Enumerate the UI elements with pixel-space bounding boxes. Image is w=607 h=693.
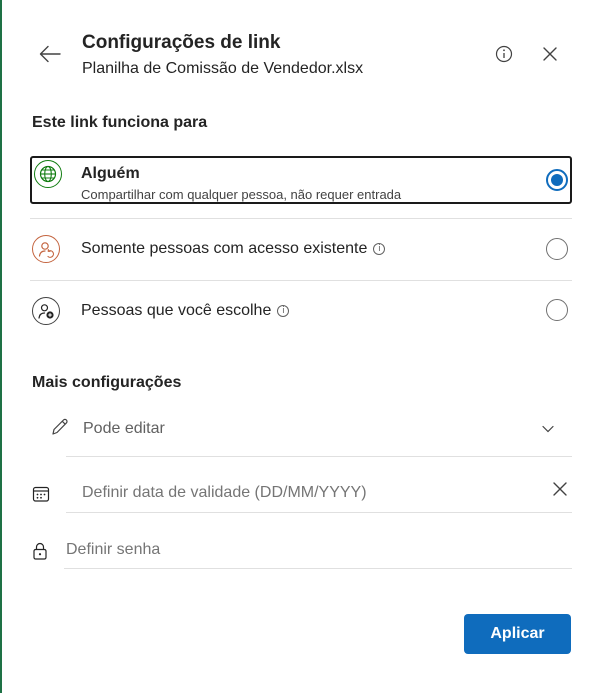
option-people-you-choose-text: Pessoas que você escolhe — [81, 302, 272, 319]
info-icon[interactable]: i — [373, 243, 386, 255]
chevron-down-icon — [542, 425, 554, 433]
divider — [64, 568, 572, 569]
person-add-icon-wrap — [32, 297, 60, 325]
clear-date-button[interactable] — [548, 477, 572, 501]
divider — [66, 456, 572, 457]
permission-dropdown[interactable]: Pode editar — [48, 412, 572, 446]
divider — [66, 512, 572, 513]
person-icon-wrap — [32, 235, 60, 263]
info-icon[interactable]: i — [277, 305, 290, 317]
radio-dot — [551, 174, 563, 186]
option-existing-access-text: Somente pessoas com acesso existente — [81, 240, 368, 257]
globe-icon-wrap — [34, 160, 62, 188]
apply-button[interactable]: Aplicar — [464, 614, 571, 654]
divider — [30, 280, 572, 281]
info-button[interactable] — [492, 42, 516, 66]
option-anyone[interactable]: Alguém Compartilhar com qualquer pessoa,… — [30, 156, 572, 204]
close-icon — [553, 482, 567, 496]
option-anyone-label: Alguém — [81, 165, 140, 182]
option-people-you-choose[interactable]: Pessoas que você escolhe i — [30, 284, 572, 338]
password-input[interactable] — [64, 533, 556, 567]
radio-anyone[interactable] — [546, 169, 568, 191]
arrow-left-icon — [39, 45, 61, 63]
expiration-date-input[interactable] — [66, 476, 552, 510]
back-button[interactable] — [36, 40, 64, 68]
info-icon — [495, 45, 513, 63]
lock-icon — [33, 542, 47, 560]
more-settings-heading: Mais configurações — [32, 374, 182, 391]
divider — [30, 218, 572, 219]
pencil-icon — [52, 418, 68, 435]
person-add-icon — [38, 304, 54, 319]
person-refresh-icon — [38, 242, 54, 258]
file-name: Planilha de Comissão de Vendedor.xlsx — [82, 60, 364, 77]
close-button[interactable] — [538, 42, 562, 66]
option-people-you-choose-label: Pessoas que você escolhe i — [81, 302, 290, 320]
window-edge — [0, 0, 2, 693]
page-title: Configurações de link — [82, 32, 281, 53]
option-existing-access[interactable]: Somente pessoas com acesso existente i — [30, 222, 572, 276]
option-anyone-description: Compartilhar com qualquer pessoa, não re… — [81, 187, 402, 202]
globe-icon — [39, 165, 57, 183]
option-existing-access-label: Somente pessoas com acesso existente i — [81, 240, 386, 258]
radio-existing-access[interactable] — [546, 238, 568, 260]
link-scope-heading: Este link funciona para — [32, 114, 208, 131]
permission-value: Pode editar — [83, 420, 165, 437]
radio-people-you-choose[interactable] — [546, 299, 568, 321]
calendar-icon — [32, 486, 50, 502]
close-icon — [543, 47, 557, 61]
